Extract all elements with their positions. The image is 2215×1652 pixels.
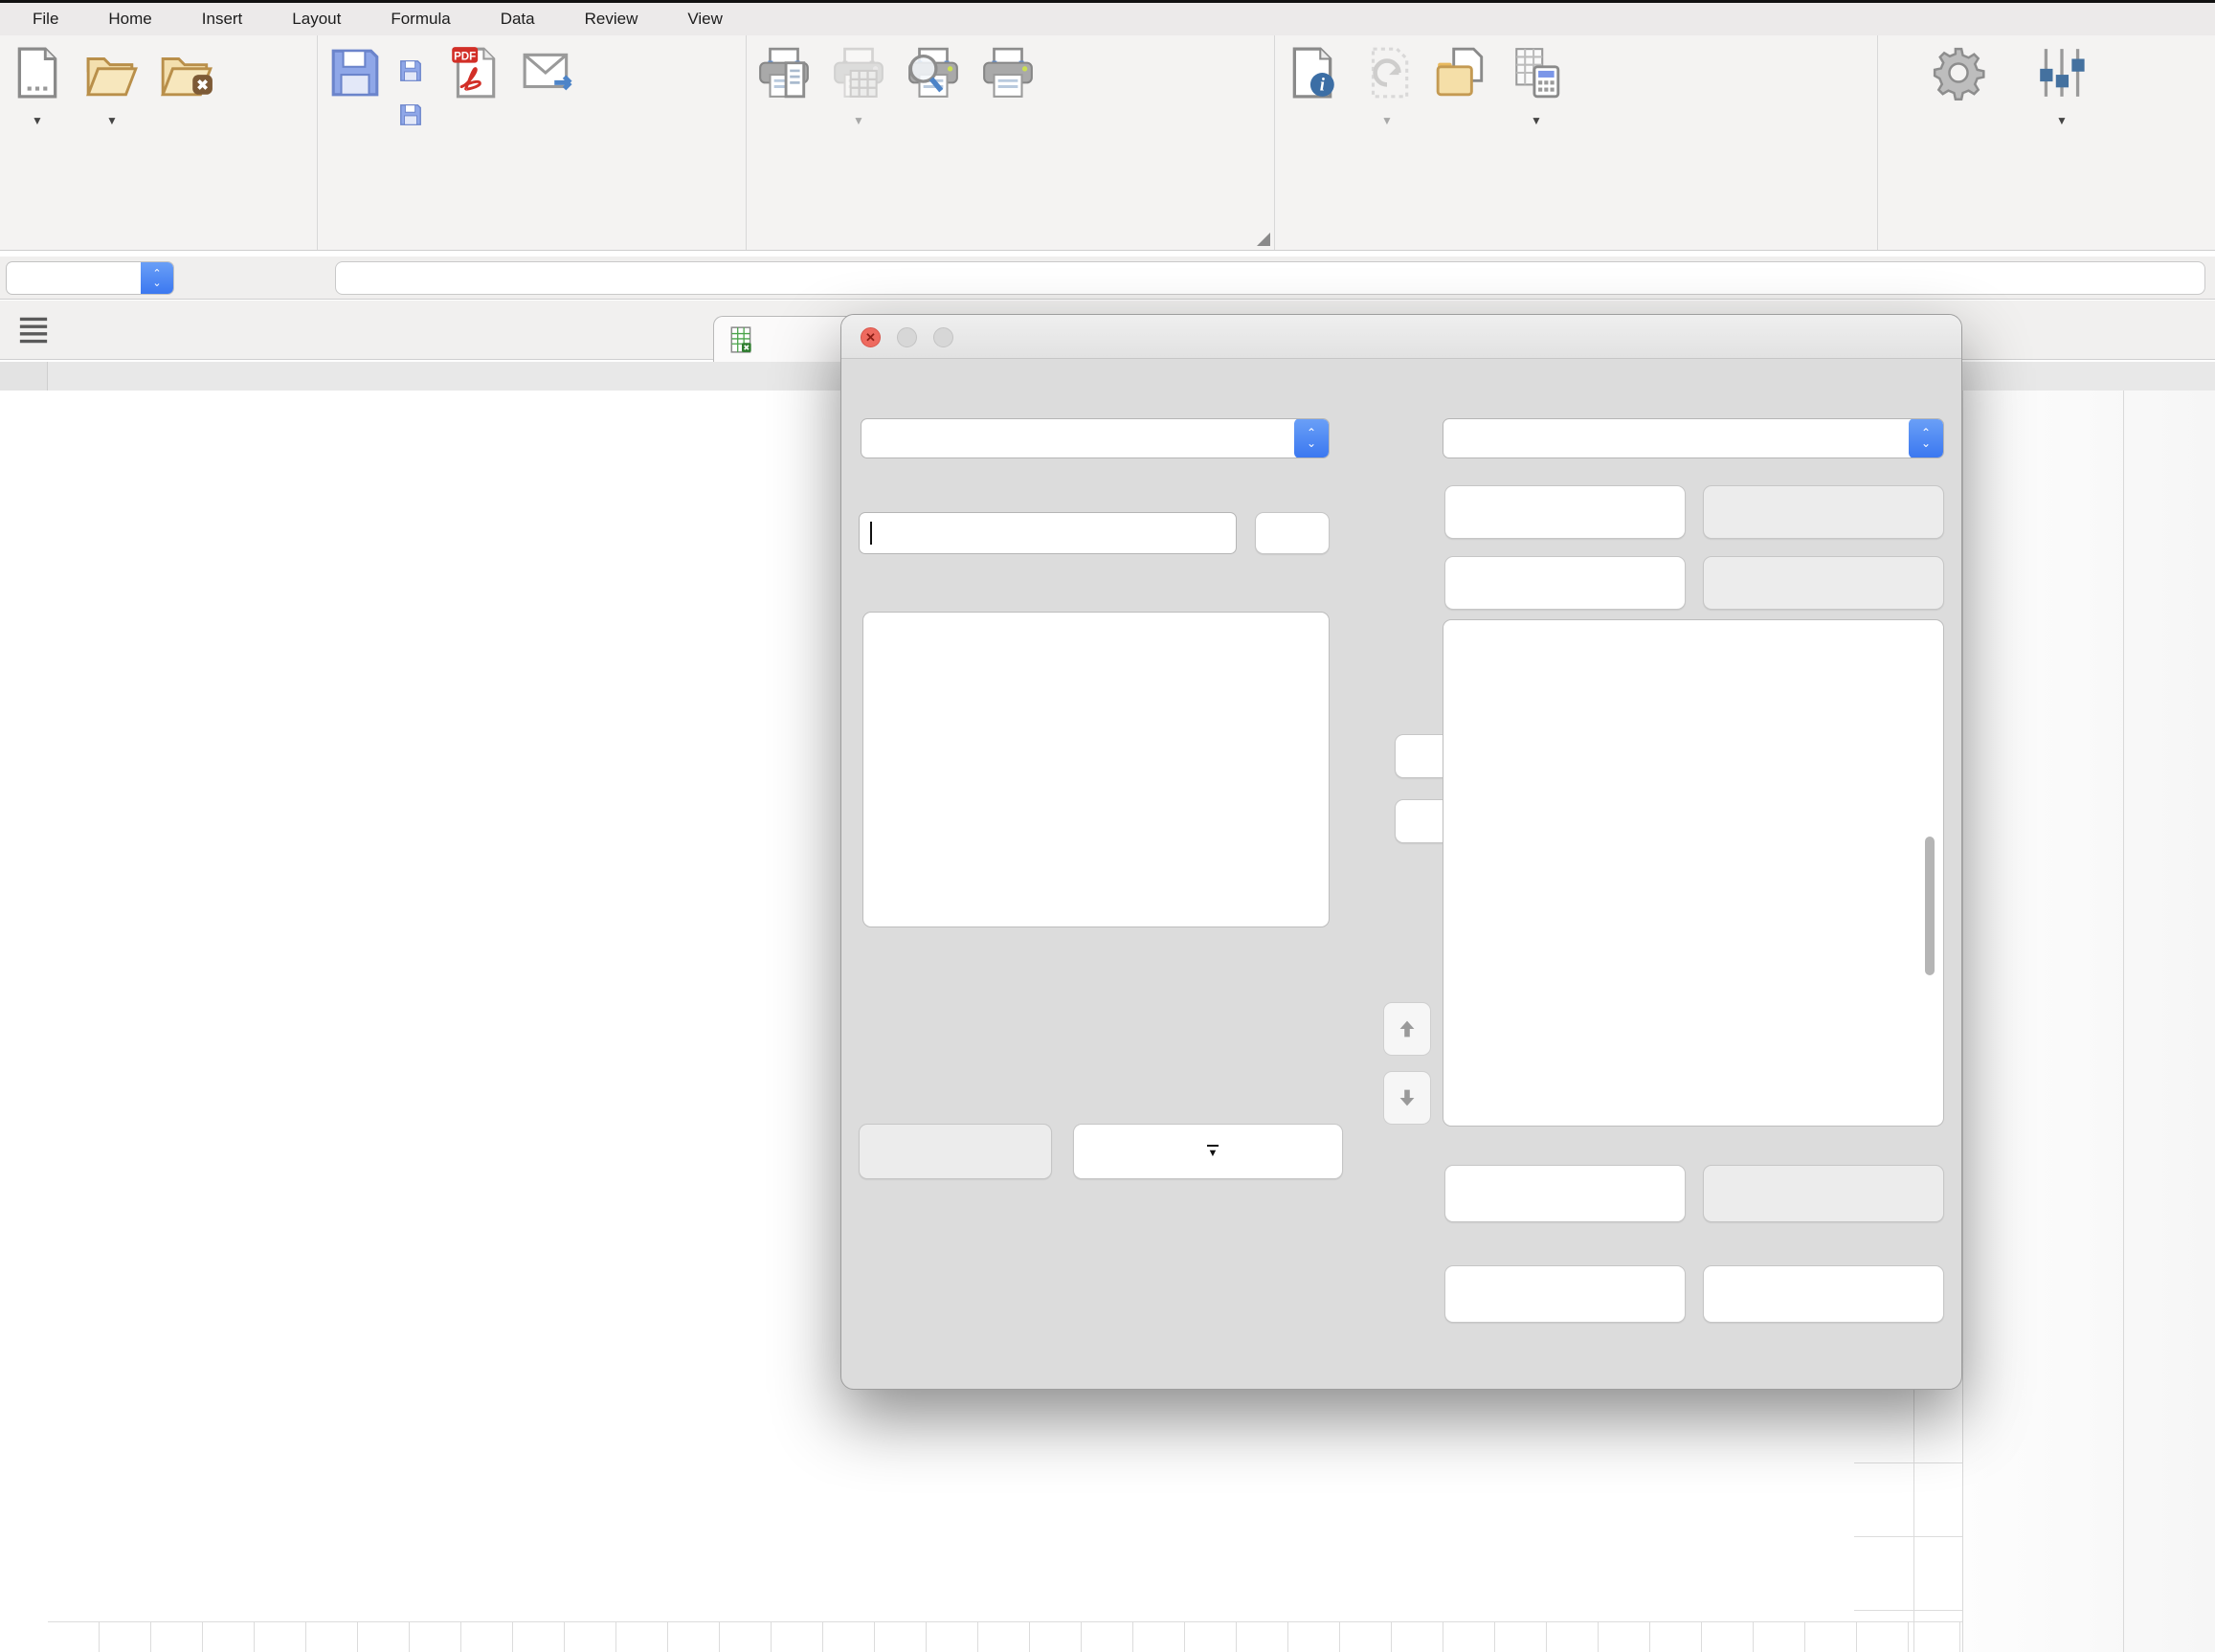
zoom-traffic-light[interactable] [933, 327, 953, 347]
new-button[interactable] [1444, 485, 1686, 539]
application-window: FileHomeInsertLayoutFormulaDataReviewVie… [0, 0, 2215, 1652]
dropdown-menu-icon: ▼ [1207, 1145, 1219, 1159]
customize-dialog: ✕ ⌃⌄ ⌃⌄ [840, 314, 1962, 1390]
close-button[interactable] [1703, 1265, 1944, 1323]
down-arrow-icon [1395, 1085, 1420, 1110]
row-headers [0, 0, 48, 1652]
target-commands-list [1443, 619, 1944, 1127]
rename-group-button[interactable] [1703, 1165, 1944, 1222]
calc-sheet-icon [727, 325, 756, 354]
move-down-button[interactable] [1383, 1071, 1431, 1125]
edit-button[interactable] [859, 1124, 1052, 1179]
select-stepper-icon: ⌃⌄ [1294, 418, 1329, 458]
select-stepper-icon: ⌃⌄ [1909, 418, 1943, 458]
far-columns-area[interactable] [1962, 391, 2215, 1652]
categories-select[interactable]: ⌃⌄ [861, 418, 1330, 458]
select-all-corner[interactable] [0, 362, 48, 391]
list-scrollbar-thumb[interactable] [1925, 837, 1935, 975]
reset-all-button[interactable] [1444, 1265, 1686, 1323]
rename-button[interactable] [1703, 485, 1944, 539]
shortcut-keys-button[interactable]: ▼ [1073, 1124, 1343, 1179]
text-caret [870, 522, 872, 545]
delete-button[interactable] [1703, 556, 1944, 610]
customize-target-select[interactable]: ⌃⌄ [1443, 418, 1944, 458]
close-traffic-light[interactable]: ✕ [861, 327, 881, 347]
up-arrow-icon [1395, 1016, 1420, 1041]
commands-list [862, 612, 1330, 927]
quick-search-input[interactable] [859, 512, 1237, 554]
clear-search-button[interactable] [1255, 512, 1330, 554]
dialog-title-bar[interactable]: ✕ [841, 315, 1961, 359]
move-up-button[interactable] [1383, 1002, 1431, 1056]
floating-document-tab[interactable] [713, 316, 857, 362]
new-group-button[interactable] [1444, 1165, 1686, 1222]
minimize-traffic-light[interactable] [897, 327, 917, 347]
reset-button[interactable] [1444, 556, 1686, 610]
